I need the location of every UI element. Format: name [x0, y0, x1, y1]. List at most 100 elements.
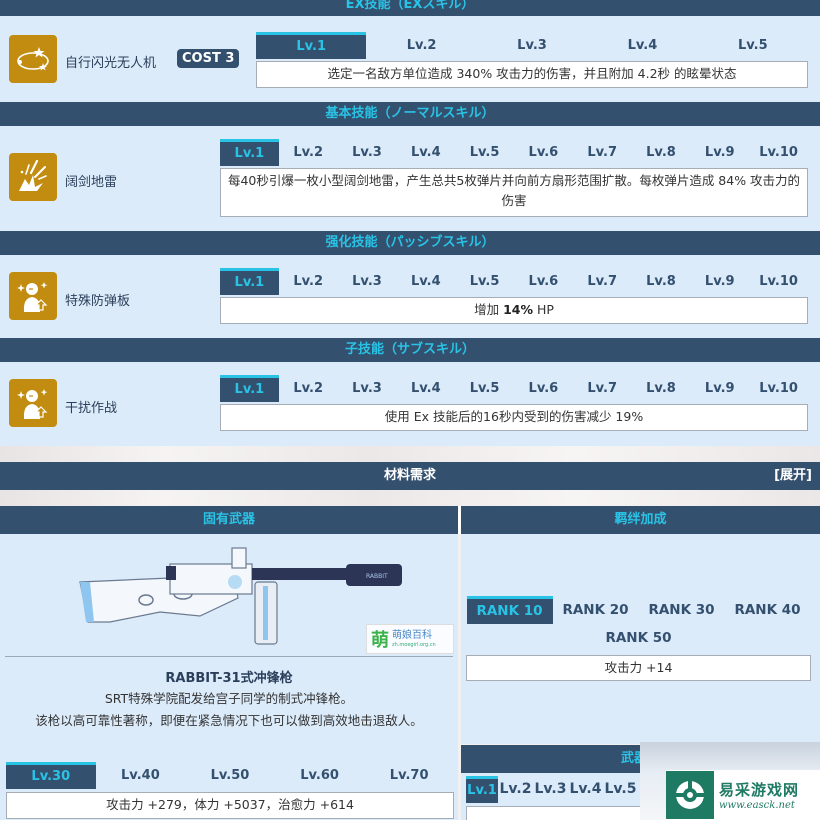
expand-button[interactable]: [展开] [774, 462, 812, 490]
bond-stats: 攻击力 +14 [466, 655, 811, 681]
tab-level-30[interactable]: Lv.30 [6, 762, 96, 789]
tab-level-3[interactable]: Lv.3 [477, 32, 587, 59]
tab-level-9[interactable]: Lv.9 [690, 375, 749, 402]
bond-bonus-header: 羁绊加成 [461, 506, 820, 534]
moegirl-logo-icon: 萌 [371, 630, 389, 651]
tab-level-50[interactable]: Lv.50 [185, 762, 275, 789]
tab-level-4[interactable]: Lv.4 [396, 139, 455, 166]
tab-level-4[interactable]: Lv.4 [396, 375, 455, 402]
tab-level-2[interactable]: Lv.2 [279, 375, 338, 402]
tab-level-70[interactable]: Lv.70 [364, 762, 454, 789]
tab-level-2[interactable]: Lv.2 [366, 32, 476, 59]
tab-level-6[interactable]: Lv.6 [514, 268, 573, 295]
bond-rank-tabs: RANK 10 RANK 20 RANK 30 RANK 40 RANK 50 [466, 596, 811, 652]
tab-level-3[interactable]: Lv.3 [533, 776, 568, 803]
description-prefix: 增加 [474, 302, 504, 317]
tab-level-7[interactable]: Lv.7 [573, 268, 632, 295]
sub-skill-description: 使用 Ex 技能后的16秒内受到的伤害减少 19% [220, 404, 808, 431]
tab-level-8[interactable]: Lv.8 [632, 268, 691, 295]
tab-level-9[interactable]: Lv.9 [690, 139, 749, 166]
moegirl-text: 萌娘百科 [392, 630, 432, 641]
tab-rank-40[interactable]: RANK 40 [725, 596, 811, 624]
tab-level-10[interactable]: Lv.10 [749, 375, 808, 402]
tab-rank-20[interactable]: RANK 20 [553, 596, 639, 624]
tab-level-5[interactable]: Lv.5 [603, 776, 638, 803]
sub-skill-row: 干扰作战 Lv.1 Lv.2 Lv.3 Lv.4 Lv.5 Lv.6 Lv.7 … [0, 362, 820, 446]
tab-level-2[interactable]: Lv.2 [279, 139, 338, 166]
ex-skill-level-tabs: Lv.1 Lv.2 Lv.3 Lv.4 Lv.5 [256, 32, 808, 59]
tab-rank-50[interactable]: RANK 50 [596, 624, 682, 652]
svg-text:RABBIT: RABBIT [366, 573, 388, 580]
normal-skill-row: 阔剑地雷 Lv.1 Lv.2 Lv.3 Lv.4 Lv.5 Lv.6 Lv.7 … [0, 126, 820, 230]
tab-level-60[interactable]: Lv.60 [275, 762, 365, 789]
tab-level-40[interactable]: Lv.40 [96, 762, 186, 789]
passive-skill-level-tabs: Lv.1 Lv.2 Lv.3 Lv.4 Lv.5 Lv.6 Lv.7 Lv.8 … [220, 268, 808, 295]
tab-level-4[interactable]: Lv.4 [587, 32, 697, 59]
easck-logo-icon [666, 771, 714, 819]
tab-level-3[interactable]: Lv.3 [338, 139, 397, 166]
materials-title: 材料需求 [383, 468, 436, 483]
tab-level-10[interactable]: Lv.10 [749, 268, 808, 295]
easck-url: www.easck.net [719, 800, 795, 811]
weapon-desc-line-2: 该枪以高可靠性著称，即便在紧急情况下也可以做到高效地击退敌人。 [35, 713, 423, 728]
unique-weapon-header: 固有武器 [0, 506, 458, 534]
tab-level-5[interactable]: Lv.5 [455, 268, 514, 295]
normal-skill-description: 每40秒引爆一枚小型阔剑地雷，产生总共5枚弹片并向前方扇形范围扩散。每枚弹片造成… [220, 168, 808, 217]
drone-orbit-stars-icon [9, 35, 57, 83]
cost-badge: COST 3 [177, 49, 240, 68]
passive-skill-row: 特殊防弹板 Lv.1 Lv.2 Lv.3 Lv.4 Lv.5 Lv.6 Lv.7… [0, 255, 820, 335]
smg-weapon-illustration: RABBIT [70, 542, 410, 650]
ex-skill-row: 自行闪光无人机 COST 3 Lv.1 Lv.2 Lv.3 Lv.4 Lv.5 … [0, 16, 820, 100]
tab-level-5[interactable]: Lv.5 [455, 139, 514, 166]
sub-skill-name: 干扰作战 [65, 401, 118, 416]
tab-level-5[interactable]: Lv.5 [698, 32, 808, 59]
weapon-desc-line-1: SRT特殊学院配发给宫子同学的制式冲锋枪。 [104, 691, 354, 706]
explosion-shards-icon [9, 153, 57, 201]
description-value: 14% [503, 302, 533, 317]
tab-level-5[interactable]: Lv.5 [455, 375, 514, 402]
weapon-level-tabs: Lv.30 Lv.40 Lv.50 Lv.60 Lv.70 [6, 762, 454, 789]
passive-skill-description: 增加 14% HP [220, 297, 808, 324]
unique-weapon-panel: RABBIT 萌 萌娘百科 zh.moegirl.org.cn RABBIT-3… [0, 534, 458, 820]
weapon-skill-level-tabs: Lv.1 Lv.2 Lv.3 Lv.4 Lv.5 [466, 776, 641, 803]
moegirl-watermark: 萌 萌娘百科 zh.moegirl.org.cn [366, 624, 454, 654]
ex-skill-name: 自行闪光无人机 [65, 56, 157, 71]
character-buff-up-icon [9, 379, 57, 427]
tab-level-7[interactable]: Lv.7 [573, 139, 632, 166]
tab-level-10[interactable]: Lv.10 [749, 139, 808, 166]
sub-skill-level-tabs: Lv.1 Lv.2 Lv.3 Lv.4 Lv.5 Lv.6 Lv.7 Lv.8 … [220, 375, 808, 402]
description-suffix: HP [532, 302, 554, 317]
tab-level-1[interactable]: Lv.1 [220, 139, 279, 166]
tab-level-9[interactable]: Lv.9 [690, 268, 749, 295]
background-strip [0, 446, 820, 462]
materials-header: 材料需求 [展开] [0, 462, 820, 490]
normal-skill-level-tabs: Lv.1 Lv.2 Lv.3 Lv.4 Lv.5 Lv.6 Lv.7 Lv.8 … [220, 139, 808, 166]
tab-level-6[interactable]: Lv.6 [514, 375, 573, 402]
tab-rank-10[interactable]: RANK 10 [466, 596, 553, 624]
weapon-name: RABBIT-31式冲锋枪 [165, 671, 293, 686]
tab-level-7[interactable]: Lv.7 [573, 375, 632, 402]
normal-skill-header: 基本技能（ノーマルスキル） [0, 102, 820, 126]
easck-watermark: 易采游戏网 www.easck.net [666, 770, 820, 820]
tab-level-6[interactable]: Lv.6 [514, 139, 573, 166]
weapon-stats: 攻击力 +279，体力 +5037，治愈力 +614 [6, 792, 454, 819]
tab-level-1[interactable]: Lv.1 [256, 32, 367, 59]
tab-level-4[interactable]: Lv.4 [568, 776, 603, 803]
tab-level-8[interactable]: Lv.8 [632, 139, 691, 166]
ex-skill-description: 选定一名敌方单位造成 340% 攻击力的伤害，并且附加 4.2秒 的眩晕状态 [256, 61, 808, 88]
tab-level-8[interactable]: Lv.8 [632, 375, 691, 402]
tab-level-1[interactable]: Lv.1 [220, 268, 279, 295]
tab-level-1[interactable]: Lv.1 [466, 776, 498, 803]
background-strip [0, 490, 820, 506]
tab-level-4[interactable]: Lv.4 [396, 268, 455, 295]
character-buff-up-icon [9, 272, 57, 320]
tab-level-1[interactable]: Lv.1 [220, 375, 279, 402]
tab-rank-30[interactable]: RANK 30 [639, 596, 725, 624]
normal-skill-name: 阔剑地雷 [65, 175, 118, 190]
tab-level-2[interactable]: Lv.2 [498, 776, 533, 803]
passive-skill-name: 特殊防弹板 [65, 294, 131, 309]
tab-level-3[interactable]: Lv.3 [338, 268, 397, 295]
tab-level-3[interactable]: Lv.3 [338, 375, 397, 402]
ex-skill-header: EX技能（EXスキル） [0, 0, 820, 16]
tab-level-2[interactable]: Lv.2 [279, 268, 338, 295]
